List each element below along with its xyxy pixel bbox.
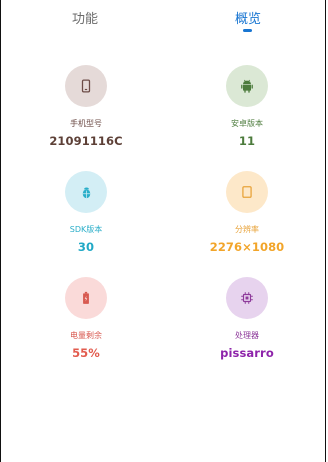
resolution-label: 分辨率 — [235, 225, 259, 234]
chip-icon — [241, 292, 253, 304]
device-model-card: 手机型号 21091116C — [26, 65, 146, 148]
sdk-version-value: 30 — [77, 240, 95, 254]
tab-indicator — [243, 29, 252, 32]
screen-icon — [242, 186, 252, 198]
android-icon — [241, 79, 253, 93]
device-model-label: 手机型号 — [70, 119, 102, 128]
battery-circle — [65, 277, 107, 319]
sdk-version-card: SDK版本 30 — [26, 171, 146, 254]
app-frame: 功能 概览 手机型号 21091116C 安卓版本 11 SDK版本 30 分辨… — [0, 0, 326, 462]
android-version-circle — [226, 65, 268, 107]
device-model-circle — [65, 65, 107, 107]
processor-card: 处理器 pissarro — [187, 277, 307, 360]
processor-label: 处理器 — [235, 331, 259, 340]
processor-value: pissarro — [220, 346, 274, 360]
resolution-circle — [226, 171, 268, 213]
tab-functions[interactable]: 功能 — [45, 8, 125, 27]
bug-icon — [82, 187, 90, 198]
resolution-card: 分辨率 2276×1080 — [187, 171, 307, 254]
android-version-label: 安卓版本 — [231, 119, 263, 128]
sdk-version-label: SDK版本 — [69, 225, 103, 234]
battery-label: 电量剩余 — [70, 331, 102, 340]
battery-value: 55% — [72, 346, 100, 360]
tab-bar: 功能 概览 — [1, 0, 328, 40]
battery-card: 电量剩余 55% — [26, 277, 146, 360]
sdk-version-circle — [65, 171, 107, 213]
resolution-value: 2276×1080 — [209, 240, 285, 254]
android-version-value: 11 — [238, 134, 256, 148]
tab-overview[interactable]: 概览 — [208, 8, 288, 27]
processor-circle — [226, 277, 268, 319]
battery-icon — [83, 291, 89, 304]
android-version-card: 安卓版本 11 — [187, 65, 307, 148]
phone-icon — [81, 79, 91, 93]
device-model-value: 21091116C — [49, 134, 123, 148]
